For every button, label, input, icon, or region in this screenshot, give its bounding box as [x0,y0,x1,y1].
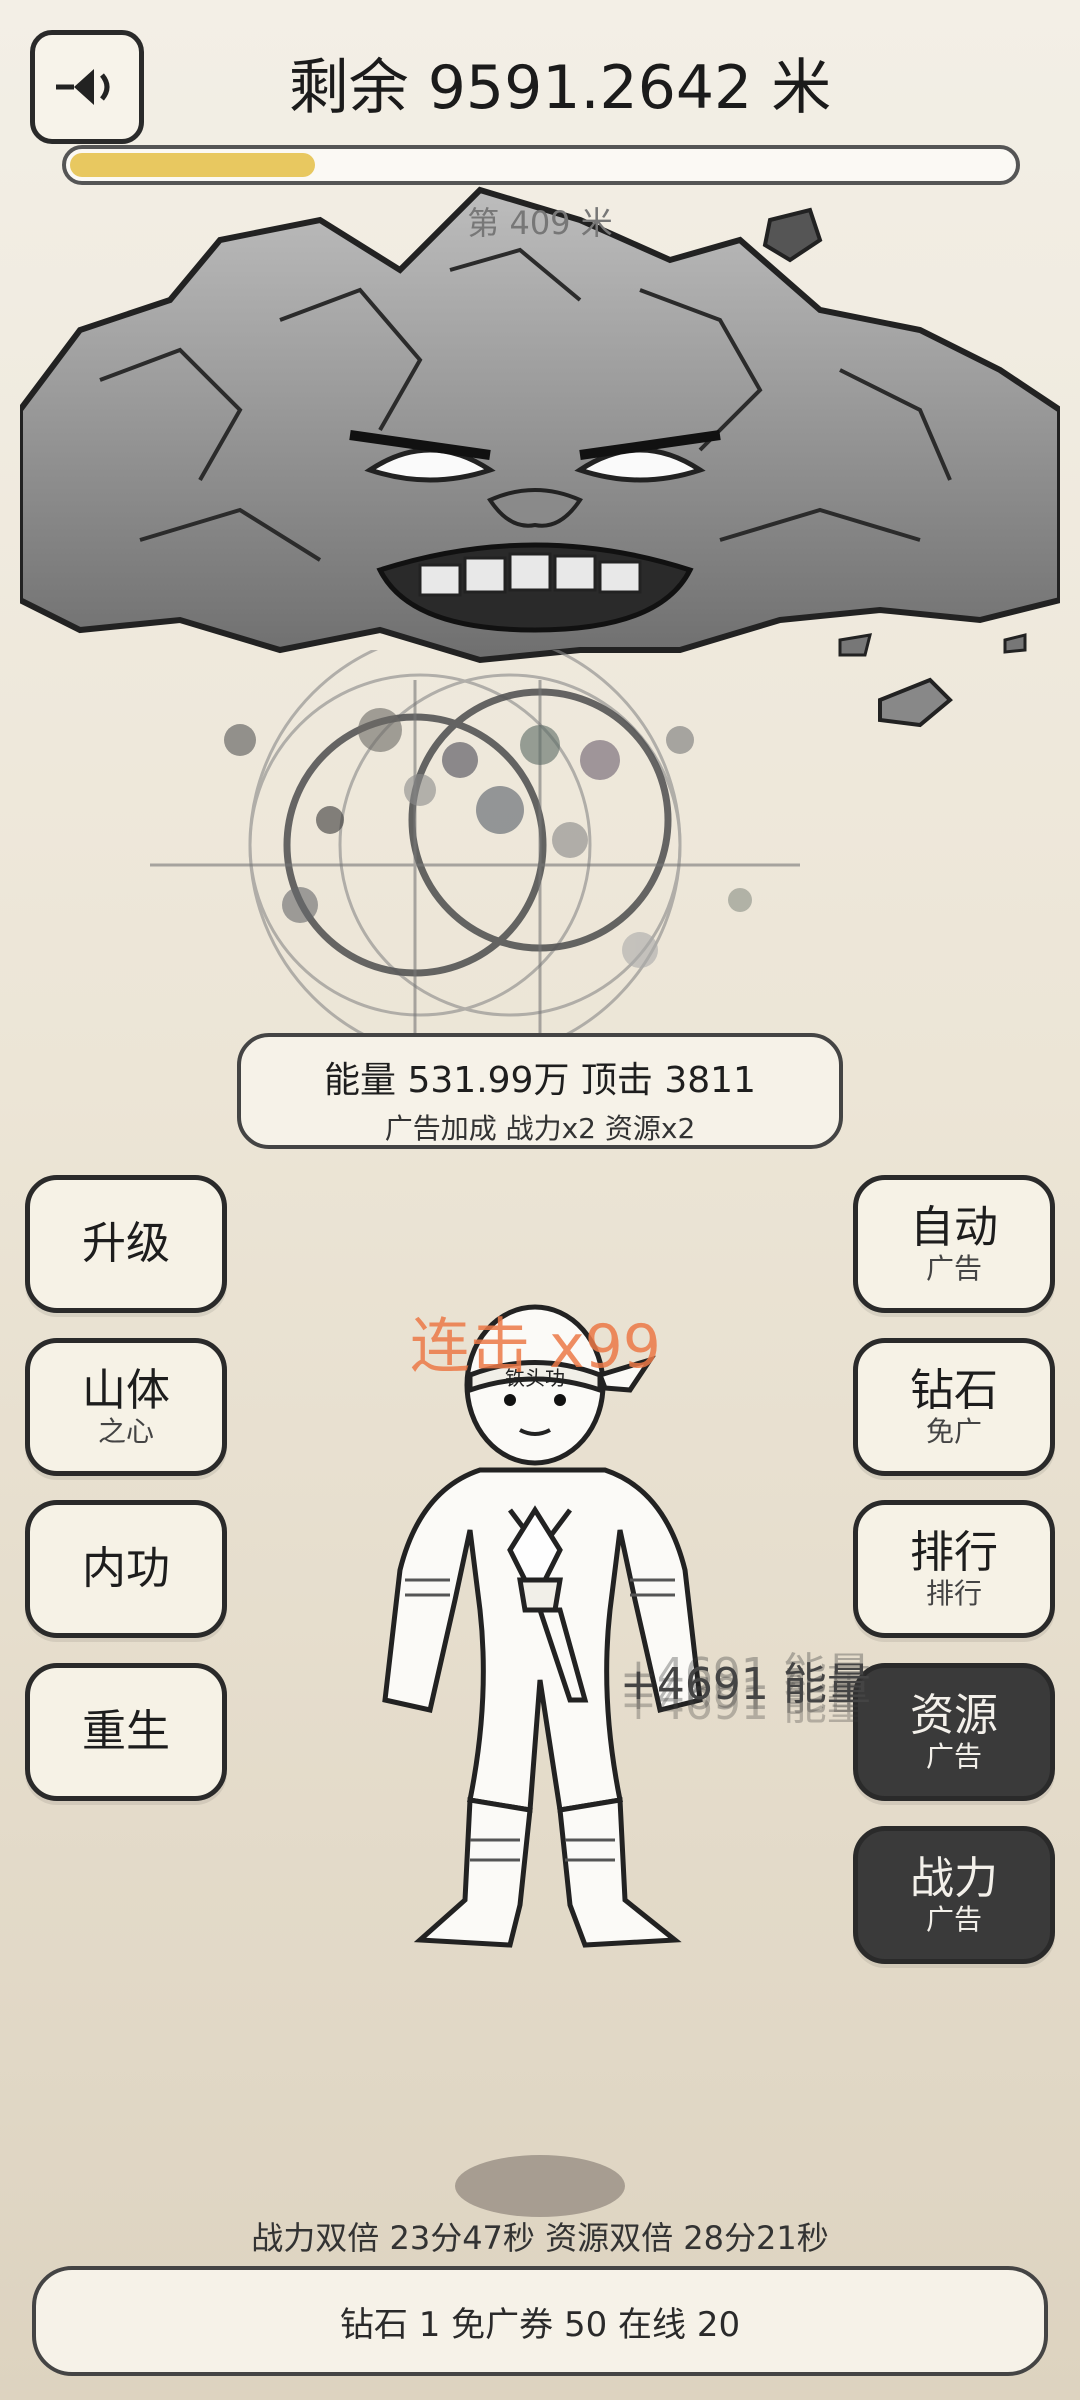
combo-counter: 连击 x99 [410,1312,661,1382]
resource-footer-bar: 钻石 1 免广券 50 在线 20 [32,2266,1048,2376]
character-shadow [455,2155,625,2217]
button-main-label: 重生 [82,1706,170,1757]
resource-ad-button[interactable]: 资源 广告 [853,1663,1055,1801]
energy-stats-panel: 能量 531.99万 顶击 3811 广告加成 战力x2 资源x2 [237,1033,843,1149]
button-main-label: 自动 [910,1202,998,1253]
button-main-label: 钻石 [910,1365,998,1416]
button-main-label: 战力 [910,1853,998,1904]
distance-progress-bar [62,145,1020,185]
double-bonus-timers: 战力双倍 23分47秒 资源双倍 28分21秒 [251,2219,829,2257]
button-sub-label: 广告 [925,1252,982,1285]
attack-target-reticle [150,650,800,1062]
rebirth-button[interactable]: 重生 [25,1663,227,1801]
auto-button[interactable]: 自动 广告 [853,1175,1055,1313]
energy-and-top-hit: 能量 531.99万 顶击 3811 [324,1060,756,1101]
button-sub-label: 广告 [925,1903,982,1936]
button-main-label: 升级 [82,1218,170,1269]
button-main-label: 资源 [910,1690,998,1741]
button-main-label: 山体 [82,1365,170,1416]
floating-energy-gain: +4691 能量 [620,1659,871,1710]
diamond-button[interactable]: 钻石 免广 [853,1338,1055,1476]
upgrade-button[interactable]: 升级 [25,1175,227,1313]
button-main-label: 排行 [910,1527,998,1578]
ranking-button[interactable]: 排行 排行 [853,1500,1055,1638]
sound-icon [56,69,110,105]
button-sub-label: 免广 [925,1415,982,1448]
inner-power-button[interactable]: 内功 [25,1500,227,1638]
mountain-heart-button[interactable]: 山体 之心 [25,1338,227,1476]
current-level-label: 第 409 米 [467,204,613,242]
button-main-label: 内功 [82,1543,170,1594]
button-sub-label: 广告 [925,1740,982,1773]
power-ad-button[interactable]: 战力 广告 [853,1826,1055,1964]
sound-toggle-button[interactable] [30,30,144,144]
footer-resources-text: 钻石 1 免广券 50 在线 20 [339,2304,741,2345]
button-sub-label: 排行 [925,1577,982,1610]
remaining-distance-title: 剩余 9591.2642 米 [288,53,832,123]
progress-fill [70,153,315,177]
monk-character[interactable]: 铁头功 [360,1280,720,1980]
button-sub-label: 之心 [97,1415,154,1448]
ad-bonus-line: 广告加成 战力x2 资源x2 [384,1112,696,1145]
